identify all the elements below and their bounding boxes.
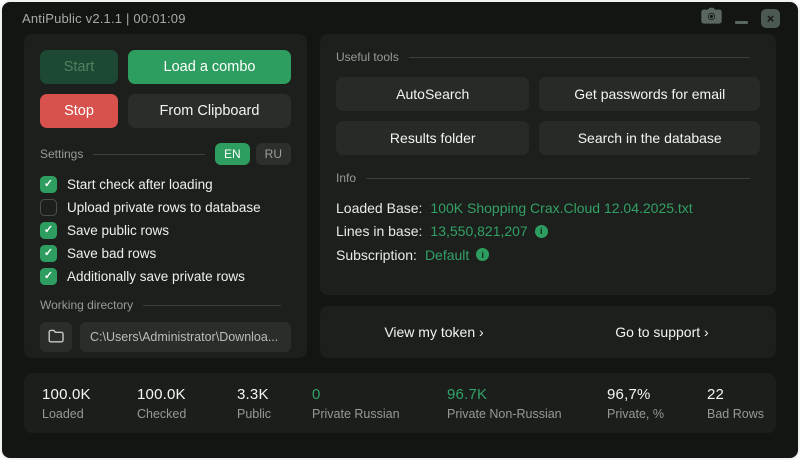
lang-toggle-ru[interactable]: RU — [256, 143, 291, 165]
app-title: AntiPublic v2.1.1 | 00:01:09 — [22, 11, 186, 26]
check-icon: ✓ — [44, 271, 53, 282]
stat-label: Public — [237, 407, 312, 421]
checkbox[interactable]: ✓ — [40, 222, 57, 239]
app-window: AntiPublic v2.1.1 | 00:01:09 × Start Loa… — [0, 0, 800, 460]
checkbox-row-save-private[interactable]: ✓ Additionally save private rows — [40, 268, 291, 285]
lang-toggle-en[interactable]: EN — [215, 143, 250, 165]
folder-icon — [48, 329, 64, 346]
checkbox-label: Save public rows — [67, 223, 169, 238]
stat-label: Private Russian — [312, 407, 447, 421]
info-section-header: Info — [336, 171, 760, 185]
stat-label: Private Non-Russian — [447, 407, 607, 421]
right-column: Useful tools AutoSearch Get passwords fo… — [320, 34, 776, 358]
stat-value: 100.0K — [42, 386, 137, 403]
titlebar: AntiPublic v2.1.1 | 00:01:09 × — [2, 2, 798, 34]
checkbox-row-start-check[interactable]: ✓ Start check after loading — [40, 176, 291, 193]
load-combo-button[interactable]: Load a combo — [128, 50, 291, 84]
loaded-base-value: 100K Shopping Crax.Cloud 12.04.2025.txt — [430, 200, 692, 216]
info-row-loaded-base: Loaded Base: 100K Shopping Crax.Cloud 12… — [336, 196, 760, 220]
close-button[interactable]: × — [761, 9, 780, 28]
view-token-link[interactable]: View my token › — [320, 324, 548, 340]
tools-info-panel: Useful tools AutoSearch Get passwords fo… — [320, 34, 776, 295]
stat-checked: 100.0K Checked — [137, 386, 237, 421]
check-icon: ✓ — [44, 179, 53, 190]
info-circle-icon[interactable]: i — [476, 248, 489, 261]
loaded-base-label: Loaded Base: — [336, 200, 422, 216]
stat-label: Checked — [137, 407, 237, 421]
stat-label: Private, % — [607, 407, 707, 421]
stat-public: 3.3K Public — [237, 386, 312, 421]
screenshot-camera-icon[interactable] — [701, 7, 722, 29]
check-icon: ✓ — [44, 248, 53, 259]
subscription-value: Default — [425, 247, 469, 263]
checkbox-row-save-bad[interactable]: ✓ Save bad rows — [40, 245, 291, 262]
working-directory-section-header: Working directory — [40, 298, 291, 312]
stat-private-russian: 0 Private Russian — [312, 386, 447, 421]
get-passwords-button[interactable]: Get passwords for email — [539, 77, 760, 111]
settings-section-header: Settings EN RU — [40, 143, 291, 165]
stat-label: Loaded — [42, 407, 137, 421]
working-directory-heading: Working directory — [40, 298, 133, 312]
lines-in-base-value: 13,550,821,207 — [430, 223, 527, 239]
support-link[interactable]: Go to support › — [548, 324, 776, 340]
stat-value: 96,7% — [607, 386, 707, 403]
working-directory-input[interactable] — [80, 322, 291, 352]
search-database-button[interactable]: Search in the database — [539, 121, 760, 155]
settings-heading: Settings — [40, 147, 83, 161]
stat-value: 0 — [312, 386, 447, 403]
checkbox-label: Additionally save private rows — [67, 269, 245, 284]
links-card: View my token › Go to support › — [320, 306, 776, 358]
minimize-button[interactable] — [735, 21, 748, 24]
start-button[interactable]: Start — [40, 50, 118, 84]
checkbox[interactable]: ✓ — [40, 176, 57, 193]
stat-value: 22 — [707, 386, 764, 403]
checkbox-label: Start check after loading — [67, 177, 213, 192]
checkbox-label: Save bad rows — [67, 246, 156, 261]
divider — [143, 305, 281, 306]
autosearch-button[interactable]: AutoSearch — [336, 77, 529, 111]
divider — [409, 57, 750, 58]
divider — [366, 178, 750, 179]
stat-loaded: 100.0K Loaded — [42, 386, 137, 421]
left-panel: Start Load a combo Stop From Clipboard S… — [24, 34, 307, 358]
info-heading: Info — [336, 171, 356, 185]
info-circle-icon[interactable]: i — [535, 225, 548, 238]
stat-value: 100.0K — [137, 386, 237, 403]
results-folder-button[interactable]: Results folder — [336, 121, 529, 155]
subscription-label: Subscription: — [336, 247, 417, 263]
stat-private-percent: 96,7% Private, % — [607, 386, 707, 421]
checkbox[interactable]: ✓ — [40, 199, 57, 216]
info-row-subscription: Subscription: Default i — [336, 243, 760, 267]
folder-browse-button[interactable] — [40, 322, 72, 352]
stats-bar: 100.0K Loaded 100.0K Checked 3.3K Public… — [24, 373, 776, 433]
checkbox-row-save-public[interactable]: ✓ Save public rows — [40, 222, 291, 239]
checkbox[interactable]: ✓ — [40, 245, 57, 262]
stop-button[interactable]: Stop — [40, 94, 118, 128]
from-clipboard-button[interactable]: From Clipboard — [128, 94, 291, 128]
checkbox[interactable]: ✓ — [40, 268, 57, 285]
stat-bad-rows: 22 Bad Rows — [707, 386, 764, 421]
stat-value: 3.3K — [237, 386, 312, 403]
useful-tools-heading: Useful tools — [336, 50, 399, 64]
stat-value: 96.7K — [447, 386, 607, 403]
info-row-lines: Lines in base: 13,550,821,207 i — [336, 220, 760, 244]
divider — [93, 154, 205, 155]
checkbox-row-upload-private[interactable]: ✓ Upload private rows to database — [40, 199, 291, 216]
checkbox-label: Upload private rows to database — [67, 200, 261, 215]
window-controls: × — [701, 7, 780, 29]
check-icon: ✓ — [44, 225, 53, 236]
stat-label: Bad Rows — [707, 407, 764, 421]
lines-in-base-label: Lines in base: — [336, 223, 422, 239]
checkbox-list: ✓ Start check after loading ✓ Upload pri… — [40, 176, 291, 291]
main-content: Start Load a combo Stop From Clipboard S… — [2, 34, 798, 358]
stat-private-non-russian: 96.7K Private Non-Russian — [447, 386, 607, 421]
useful-tools-section-header: Useful tools — [336, 50, 760, 64]
